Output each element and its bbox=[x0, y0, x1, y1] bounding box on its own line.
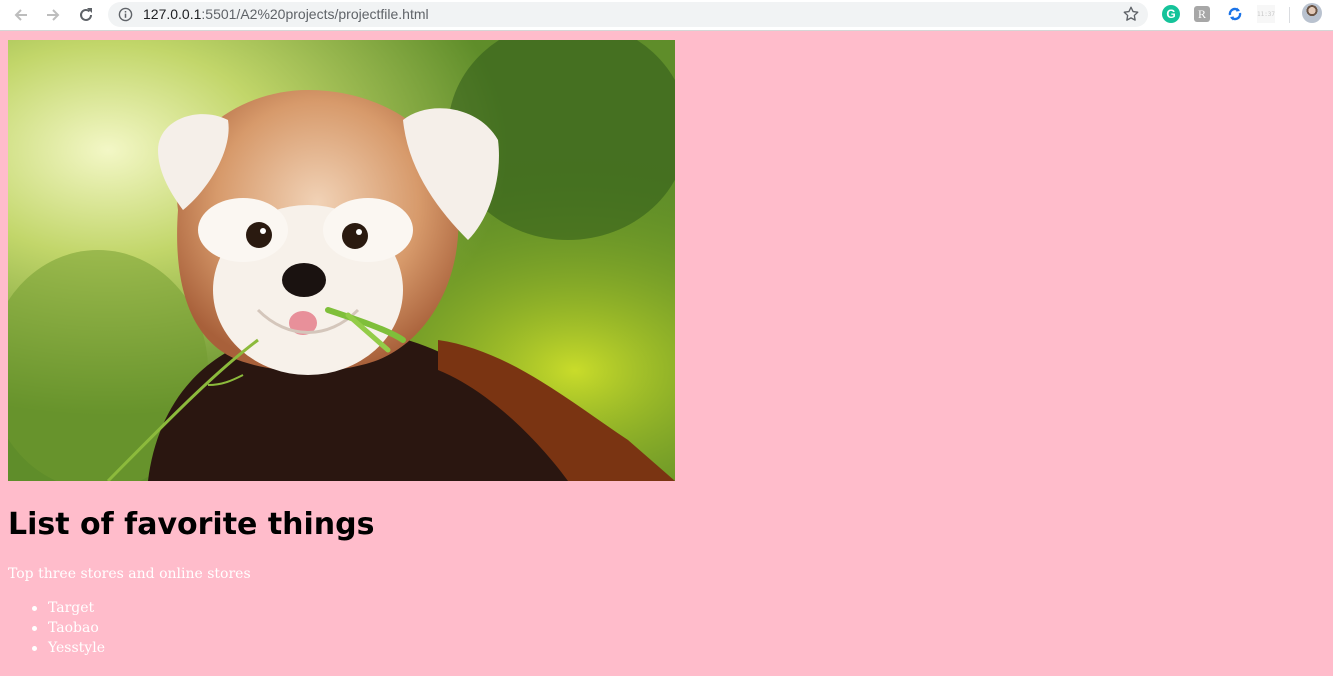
extension-r-icon[interactable]: R bbox=[1194, 6, 1210, 22]
url-path: :5501/A2%20projects/projectfile.html bbox=[201, 6, 429, 22]
list-item: Yesstyle bbox=[32, 640, 105, 656]
list-item: Taobao bbox=[32, 618, 105, 638]
stores-list: Target Taobao Yesstyle bbox=[8, 598, 105, 658]
back-button[interactable] bbox=[10, 4, 32, 26]
page-subtitle: Top three stores and online stores bbox=[8, 566, 251, 582]
timer-extension-icon[interactable]: 11:37 bbox=[1257, 5, 1275, 23]
sync-icon-glyph bbox=[1228, 7, 1242, 21]
info-icon[interactable] bbox=[118, 7, 133, 22]
url-host: 127.0.0.1 bbox=[143, 6, 202, 22]
forward-arrow-icon bbox=[47, 9, 60, 21]
reload-icon bbox=[80, 8, 92, 21]
back-arrow-icon bbox=[14, 9, 27, 21]
page-heading: List of favorite things bbox=[8, 507, 375, 542]
address-bar[interactable]: 127.0.0.1:5501/A2%20projects/projectfile… bbox=[108, 2, 1148, 27]
extension-r-label: R bbox=[1197, 6, 1206, 21]
browser-toolbar: 127.0.0.1:5501/A2%20projects/projectfile… bbox=[0, 0, 1333, 31]
page-content: List of favorite things Top three stores… bbox=[0, 31, 1333, 676]
profile-avatar[interactable] bbox=[1302, 3, 1322, 23]
forward-button[interactable] bbox=[42, 4, 64, 26]
reload-button[interactable] bbox=[75, 4, 97, 26]
toolbar-divider bbox=[1289, 7, 1290, 23]
browser-window: 127.0.0.1:5501/A2%20projects/projectfile… bbox=[0, 0, 1333, 676]
sync-icon[interactable] bbox=[1226, 5, 1244, 23]
grammarly-icon[interactable]: G bbox=[1162, 5, 1180, 23]
timer-extension-label: 11:37 bbox=[1256, 10, 1276, 18]
grammarly-icon-label: G bbox=[1166, 7, 1176, 21]
red-panda-image bbox=[8, 40, 675, 481]
list-item: Target bbox=[32, 598, 105, 618]
red-panda-illustration bbox=[8, 40, 675, 481]
bookmark-star-icon[interactable] bbox=[1122, 5, 1140, 23]
url-text[interactable]: 127.0.0.1:5501/A2%20projects/projectfile… bbox=[143, 6, 429, 22]
